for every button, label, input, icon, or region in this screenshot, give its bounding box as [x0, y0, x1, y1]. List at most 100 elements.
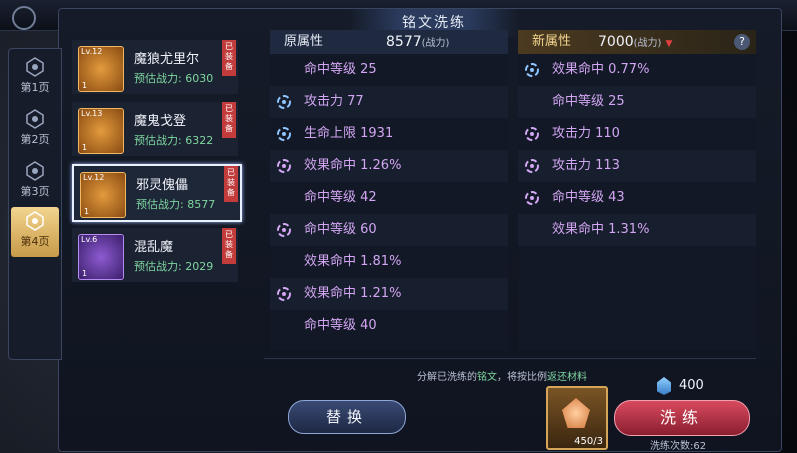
- new-header: 新属性 7000(战力) ▼ ?: [518, 30, 756, 54]
- attr-swirl-icon: [277, 127, 291, 141]
- inscription-thumbnail: Lv.6 1: [78, 234, 124, 280]
- attr-text: 效果命中 1.26%: [304, 158, 402, 173]
- new-power: 7000(战力) ▼: [598, 30, 672, 56]
- attr-row: 命中等级 60: [270, 214, 508, 246]
- page-tab-label: 第3页: [20, 185, 50, 198]
- inscription-name: 邪灵傀儡: [136, 178, 189, 193]
- attr-text: 效果命中 1.81%: [304, 254, 402, 269]
- help-icon[interactable]: ?: [734, 34, 750, 50]
- attr-row: 攻击力 113: [518, 150, 756, 182]
- inscription-power: 预估战力: 2029: [134, 260, 214, 273]
- attr-row: 效果命中 0.77%: [518, 54, 756, 86]
- level-label: Lv.12: [81, 47, 103, 56]
- inscription-power: 预估战力: 6322: [134, 134, 214, 147]
- attr-text: 攻击力 110: [552, 126, 620, 141]
- original-power: 8577(战力): [386, 30, 449, 56]
- attr-text: 命中等级 25: [552, 94, 625, 109]
- count-label: 1: [84, 207, 90, 216]
- inscription-item[interactable]: Lv.12 1 魔狼尤里尔 预估战力: 6030 已装备: [72, 40, 238, 94]
- original-header: 原属性 8577(战力): [270, 30, 508, 54]
- inscription-name: 混乱魔: [134, 240, 174, 255]
- attr-text: 效果命中 1.21%: [304, 286, 402, 301]
- page-tab-label: 第2页: [20, 133, 50, 146]
- inscription-thumbnail: Lv.12 1: [78, 46, 124, 92]
- divider: [264, 358, 756, 359]
- attr-text: 效果命中 1.31%: [552, 222, 650, 237]
- attr-row: 攻击力 77: [270, 86, 508, 118]
- rune-icon: [26, 57, 44, 77]
- new-power-value: 7000: [598, 34, 634, 50]
- count-label: 1: [82, 143, 88, 152]
- inscription-item[interactable]: Lv.13 1 魔鬼戈登 预估战力: 6322 已装备: [72, 102, 238, 156]
- page-tab-3[interactable]: 第3页: [11, 157, 59, 207]
- attr-swirl-icon: [277, 223, 291, 237]
- inscription-thumbnail: Lv.13 1: [78, 108, 124, 154]
- menu-icon[interactable]: [12, 6, 36, 30]
- inscription-thumbnail: Lv.12 1: [80, 172, 126, 218]
- attr-text: 效果命中 0.77%: [552, 62, 650, 77]
- original-attributes-panel: 原属性 8577(战力) 命中等级 25 攻击力 77 生命上限 1931 效果命中 …: [270, 30, 508, 350]
- attr-swirl-icon: [525, 127, 539, 141]
- page-tab-label: 第1页: [20, 81, 50, 94]
- rune-icon: [26, 109, 44, 129]
- equipped-badge: 已装备: [222, 40, 236, 76]
- attr-text: 命中等级 43: [552, 190, 625, 205]
- attr-row: 命中等级 40: [270, 310, 508, 342]
- replace-button[interactable]: 替换: [288, 400, 406, 434]
- attr-row: 命中等级 25: [270, 54, 508, 86]
- page-tab-4[interactable]: 第4页: [11, 207, 59, 257]
- inscription-power: 预估战力: 8577: [136, 198, 216, 211]
- original-power-value: 8577: [386, 34, 422, 50]
- inscription-item[interactable]: Lv.6 1 混乱魔 预估战力: 2029 已装备: [72, 228, 238, 282]
- power-down-icon: ▼: [665, 39, 673, 49]
- inscription-item-selected[interactable]: Lv.12 1 邪灵傀儡 预估战力: 8577 已装备: [72, 164, 242, 222]
- hint-highlight: 铭文: [477, 372, 497, 383]
- attr-row: 效果命中 1.26%: [270, 150, 508, 182]
- inscription-name: 魔鬼戈登: [134, 114, 187, 129]
- material-count: 450/3: [574, 436, 603, 447]
- new-label: 新属性: [532, 34, 572, 49]
- attr-row: 命中等级 43: [518, 182, 756, 214]
- level-label: Lv.13: [81, 109, 103, 118]
- page-tab-1[interactable]: 第1页: [11, 53, 59, 103]
- decompose-hint: 分解已洗练的铭文，将按比例返还材料: [417, 368, 587, 383]
- equipped-badge: 已装备: [224, 166, 238, 202]
- power-unit: (战力): [421, 38, 450, 49]
- attr-row: 效果命中 1.31%: [518, 214, 756, 246]
- attr-swirl-icon: [525, 63, 539, 77]
- attr-row: 生命上限 1931: [270, 118, 508, 150]
- material-slot[interactable]: 450/3: [546, 386, 608, 450]
- attr-swirl-icon: [277, 159, 291, 173]
- attr-text: 攻击力 77: [304, 94, 364, 109]
- attr-text: 命中等级 25: [304, 62, 377, 77]
- attr-text: 攻击力 113: [552, 158, 620, 173]
- attr-swirl-icon: [525, 159, 539, 173]
- original-label: 原属性: [284, 34, 324, 49]
- attr-text: 命中等级 42: [304, 190, 377, 205]
- equipped-badge: 已装备: [222, 228, 236, 264]
- rune-icon: [26, 211, 44, 231]
- hint-text: 分解已洗练的: [417, 372, 477, 383]
- wash-button[interactable]: 洗练: [614, 400, 750, 436]
- hint-text: ，将按比例: [497, 372, 547, 383]
- attr-row: 攻击力 110: [518, 118, 756, 150]
- inscription-name: 魔狼尤里尔: [134, 52, 200, 67]
- rune-icon: [26, 161, 44, 181]
- page-tab-2[interactable]: 第2页: [11, 105, 59, 155]
- hint-highlight: 返还材料: [547, 372, 587, 383]
- attr-row: 效果命中 1.21%: [270, 278, 508, 310]
- page-tab-label: 第4页: [20, 235, 50, 248]
- gem-icon: [562, 398, 590, 428]
- count-label: 1: [82, 81, 88, 90]
- inscription-power: 预估战力: 6030: [134, 72, 214, 85]
- equipped-badge: 已装备: [222, 102, 236, 138]
- inscription-list: Lv.12 1 魔狼尤里尔 预估战力: 6030 已装备 Lv.13 1 魔鬼戈…: [72, 40, 242, 288]
- attr-row: 命中等级 25: [518, 86, 756, 118]
- power-unit: (战力): [633, 38, 662, 49]
- attr-text: 命中等级 60: [304, 222, 377, 237]
- attr-row: 效果命中 1.81%: [270, 246, 508, 278]
- attr-text: 生命上限 1931: [304, 126, 394, 141]
- level-label: Lv.6: [81, 235, 98, 244]
- wash-cost: 400: [679, 378, 704, 393]
- attr-swirl-icon: [525, 191, 539, 205]
